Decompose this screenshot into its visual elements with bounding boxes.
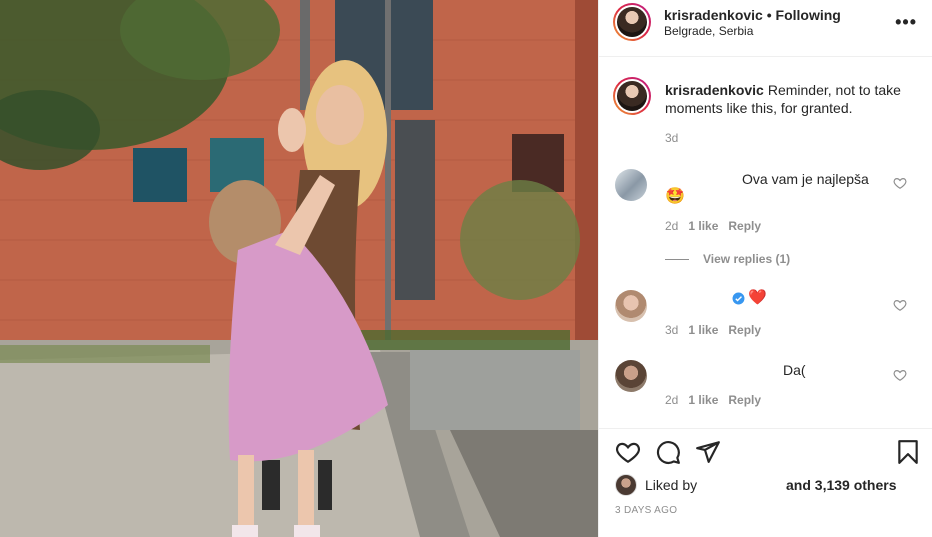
view-replies-button[interactable]: View replies (1) [665,252,790,266]
comment-age[interactable]: 2d [665,393,678,407]
share-icon[interactable] [695,439,721,465]
liked-by-label: Liked by [645,477,698,493]
liked-by-row: Liked by [615,472,697,498]
post-photo-illustration [0,0,598,537]
header-separator: • [766,7,772,23]
comment-meta: 3d 1 like Reply [665,323,761,337]
header-user-line: krisradenkovic • Following [664,7,841,23]
commenter-avatar[interactable] [615,290,647,322]
comment-text: Ova vam je najlepša [742,171,869,187]
comment-heart-icon[interactable] [893,176,907,190]
post-date[interactable]: 3 DAYS AGO [615,505,677,516]
comment-likes[interactable]: 1 like [688,393,718,407]
post-location[interactable]: Belgrade, Serbia [664,24,753,38]
comment-heart-icon[interactable] [893,298,907,312]
likes-count[interactable]: and 3,139 others [786,477,897,493]
bookmark-icon[interactable] [895,439,921,465]
comment-likes[interactable]: 1 like [688,219,718,233]
liker-avatar[interactable] [615,474,637,496]
comment-age[interactable]: 3d [665,323,678,337]
comment-likes[interactable]: 1 like [688,323,718,337]
post-photo[interactable] [0,0,598,537]
caption-text-block: krisradenkovic Reminder, not to take mome… [665,81,915,117]
reply-button[interactable]: Reply [728,323,761,337]
reply-button[interactable]: Reply [728,219,761,233]
heart-icon[interactable] [615,439,641,465]
view-replies-line [665,258,689,260]
caption-avatar[interactable] [613,77,651,115]
author-avatar[interactable] [613,3,651,41]
verified-icon [732,292,745,305]
commenter-avatar[interactable] [615,360,647,392]
comment-age[interactable]: 2d [665,219,678,233]
commenter-avatar[interactable] [615,169,647,201]
comment-meta: 2d 1 like Reply [665,219,761,233]
comment-icon[interactable] [655,439,681,465]
post-action-bar [599,428,932,478]
heart-emoji: ❤️ [748,289,767,306]
post-header: krisradenkovic • Following Belgrade, Ser… [599,0,932,57]
caption-time[interactable]: 3d [665,131,678,145]
author-username[interactable]: krisradenkovic [664,7,763,23]
view-replies-label: View replies (1) [703,252,791,266]
comment-text: Da( [783,362,806,378]
comment-meta: 2d 1 like Reply [665,393,761,407]
post-side-panel: krisradenkovic • Following Belgrade, Ser… [598,0,932,537]
reply-button[interactable]: Reply [728,393,761,407]
caption-username[interactable]: krisradenkovic [665,82,764,98]
star-struck-emoji: 🤩 [665,188,685,205]
more-options-icon[interactable]: ••• [895,12,917,33]
comment-heart-icon[interactable] [893,368,907,382]
following-button[interactable]: Following [776,7,841,23]
